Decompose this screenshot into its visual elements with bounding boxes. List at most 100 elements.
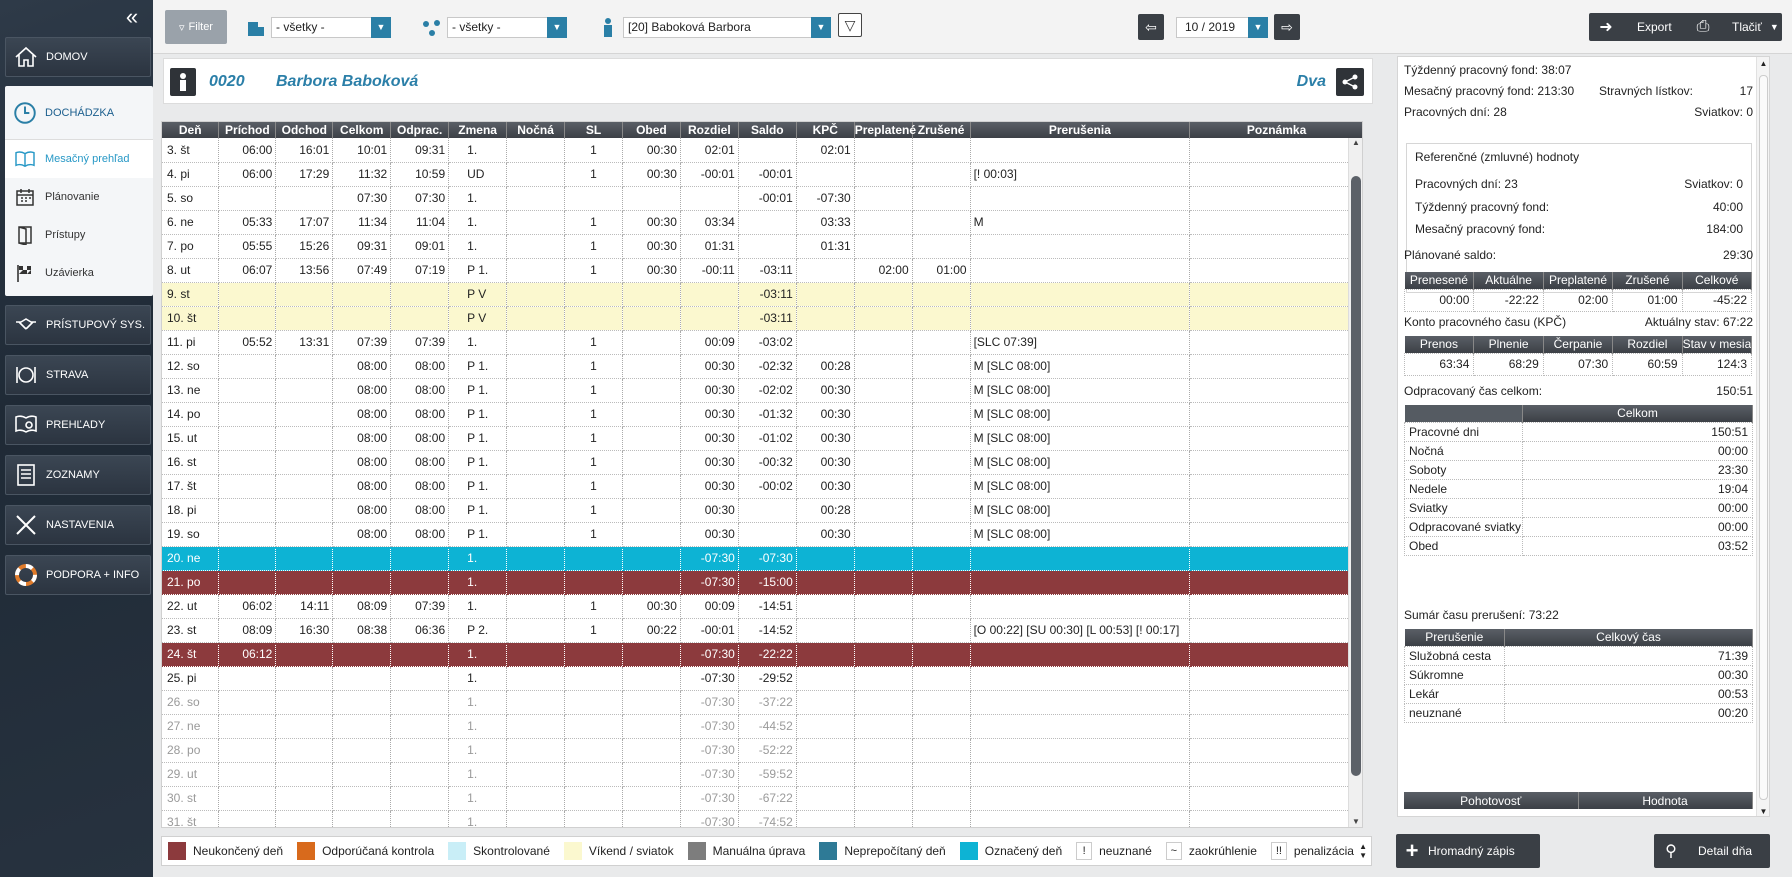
scroll-up-icon[interactable]: ▲	[1349, 138, 1362, 150]
network-icon[interactable]	[1336, 68, 1364, 96]
previous-month-button[interactable]: ⇦	[1138, 14, 1164, 40]
column-header[interactable]: Odprac.	[390, 122, 450, 138]
table-row[interactable]: 4. pi 06:00 17:29 11:32 10:59 UD 1 00:30 -00:01-…	[162, 162, 1362, 187]
table-row[interactable]: 26. so 1. -07:30 -37:22	[162, 690, 1362, 715]
table-cell	[854, 162, 913, 187]
table-cell	[854, 690, 913, 715]
table-row[interactable]: 31. št 1. -07:30 -74:52	[162, 810, 1362, 827]
weekly-fund-row: Týždenný pracovný fond: 38:07	[1404, 63, 1753, 77]
table-row[interactable]: 5. so 07:30 07:30 1. -00:01 -07:30	[162, 186, 1362, 211]
table-cell	[912, 618, 971, 643]
table-row[interactable]: 21. po 1. -07:30 -15:00	[162, 570, 1362, 595]
table-cell	[332, 666, 392, 691]
bulk-entry-button[interactable]: + Hromadný zápis	[1396, 834, 1540, 868]
table-cell: -45:22	[1681, 288, 1753, 312]
table-scrollbar[interactable]: ▲ ▼	[1348, 138, 1362, 827]
table-row[interactable]: 20. ne 1. -07:30 -07:30	[162, 546, 1362, 571]
table-row[interactable]: 19. so 08:00 08:00 P 1. 1 00:30 00:30 M [SLC 08…	[162, 522, 1362, 547]
table-row[interactable]: 22. ut 06:02 14:11 08:09 07:39 1. 1 00:30 00:09-…	[162, 594, 1362, 619]
table-row[interactable]: 23. st 08:09 16:30 08:38 06:36 P 2. 1 00:22 -00:…	[162, 618, 1362, 643]
day-detail-button[interactable]: ⚲ Detail dňa	[1654, 834, 1770, 868]
group-select[interactable]: - všetky - ▼	[447, 17, 567, 38]
column-header[interactable]: Preplatené	[854, 122, 916, 138]
column-header[interactable]: Saldo	[738, 122, 797, 138]
table-cell	[218, 354, 277, 379]
table-cell: 00:30	[680, 402, 739, 427]
nav-podpora-info[interactable]: PODPORA + INFO	[5, 555, 151, 595]
scrollbar-thumb[interactable]	[1759, 75, 1768, 800]
column-header[interactable]: Deň	[162, 122, 220, 138]
scroll-down-icon[interactable]: ▼	[1757, 807, 1769, 816]
subnav-uzavierka[interactable]: Uzávierka	[5, 254, 153, 292]
nav-domov[interactable]: DOMOV	[5, 37, 151, 77]
column-header[interactable]: Odchod	[275, 122, 334, 138]
table-row[interactable]: 9. st P V -03:11	[162, 282, 1362, 307]
section-title: Referenčné (zmluvné) hodnoty	[1415, 150, 1580, 164]
double-chevron-left-icon[interactable]: «	[118, 4, 146, 30]
organization-select[interactable]: - všetky - ▼	[271, 17, 391, 38]
column-header[interactable]: Rozdiel	[680, 122, 739, 138]
table-row[interactable]: 11. pi 05:52 13:31 07:39 07:39 1. 1 00:09 -03:02…	[162, 330, 1362, 355]
table-row[interactable]: 15. ut 08:00 08:00 P 1. 1 00:30 -01:02 00:30 M […	[162, 426, 1362, 451]
nav-prehlady[interactable]: PREHĽADY	[5, 405, 151, 445]
legend-item: ! neuznané	[1068, 842, 1152, 860]
table-row[interactable]: 27. ne 1. -07:30 -44:52	[162, 714, 1362, 739]
nav-zoznamy[interactable]: ZOZNAMY	[5, 455, 151, 495]
table-cell	[506, 210, 566, 235]
nav-nastavenia[interactable]: NASTAVENIA	[5, 505, 151, 545]
table-row[interactable]: 8. ut 06:07 13:56 07:49 07:19 P 1. 1 00:30 -00:1…	[162, 258, 1362, 283]
table-row[interactable]: 28. po 1. -07:30 -52:22	[162, 738, 1362, 763]
person-select[interactable]: [20] Baboková Barbora ▼	[623, 17, 831, 38]
table-row[interactable]: 17. št 08:00 08:00 P 1. 1 00:30 -00:02 00:30 M […	[162, 474, 1362, 499]
table-row[interactable]: 30. st 1. -07:30 -67:22	[162, 786, 1362, 811]
column-header[interactable]: Prerušenia	[970, 122, 1191, 138]
table-cell	[912, 642, 971, 667]
scroll-up-icon[interactable]: ▲	[1757, 59, 1769, 68]
table-row[interactable]: 13. ne 08:00 08:00 P 1. 1 00:30 -02:02 00:30 M […	[162, 378, 1362, 403]
table-row[interactable]: 10. št P V -03:11	[162, 306, 1362, 331]
nav-strava[interactable]: STRAVA	[5, 355, 151, 395]
period-select[interactable]: 10 / 2019 ▼	[1176, 17, 1268, 38]
table-row[interactable]: 29. ut 1. -07:30 -59:52	[162, 762, 1362, 787]
employee-code: 0020	[209, 73, 245, 90]
value: 213:30	[1537, 84, 1575, 98]
column-header[interactable]: KPČ	[796, 122, 855, 138]
scrollbar-thumb[interactable]	[1351, 176, 1361, 776]
table-row[interactable]: 12. so 08:00 08:00 P 1. 1 00:30 -02:32 00:28 M […	[162, 354, 1362, 379]
summary-scrollbar[interactable]: ▲ ▼	[1756, 57, 1769, 816]
table-cell: 00:22	[622, 618, 681, 643]
table-cell: 07:49	[332, 258, 392, 283]
table-row[interactable]: 25. pi 1. -07:30 -29:52	[162, 666, 1362, 691]
subnav-planovanie[interactable]: Plánovanie	[5, 178, 153, 216]
legend-scroll-arrows[interactable]: ▲ ▼	[1359, 842, 1367, 860]
print-button[interactable]: ⎙ Tlačiť ▼	[1686, 13, 1782, 41]
table-row[interactable]: 7. po 05:55 15:26 09:31 09:01 1. 1 00:30 01:31 01…	[162, 234, 1362, 259]
nav-pristupovy-sys[interactable]: PRÍSTUPOVÝ SYS.	[5, 305, 151, 345]
scroll-down-icon[interactable]: ▼	[1349, 817, 1362, 827]
export-label: Export	[1637, 20, 1672, 34]
funnel-filter-button[interactable]: ▽	[838, 13, 862, 37]
column-header[interactable]: Nočná	[506, 122, 566, 138]
table-row[interactable]: 3. št 06:00 16:01 10:01 09:31 1. 1 00:30 02:01 02…	[162, 138, 1362, 163]
table-row[interactable]: 16. st 08:00 08:00 P 1. 1 00:30 -00:32 00:30 M […	[162, 450, 1362, 475]
column-header[interactable]: Zmena	[448, 122, 508, 138]
table-row[interactable]: 6. ne 05:33 17:07 11:34 11:04 1. 1 00:30 03:34 03…	[162, 210, 1362, 235]
subnav-pristupy[interactable]: Prístupy	[5, 216, 153, 254]
table-cell: 08:00	[332, 378, 392, 403]
label: Plánované saldo:	[1404, 248, 1497, 262]
export-button[interactable]: ➜ Export	[1589, 13, 1689, 41]
column-header[interactable]: Celkom	[332, 122, 392, 138]
column-header[interactable]: SL	[564, 122, 623, 138]
nav-dochadzka[interactable]: DOCHÁDZKA	[5, 86, 153, 140]
table-cell: 02:01	[796, 138, 855, 163]
column-header[interactable]: Zrušené	[912, 122, 971, 138]
next-month-button[interactable]: ⇨	[1274, 14, 1300, 40]
column-header[interactable]: Príchod	[218, 122, 277, 138]
column-header[interactable]: Obed	[622, 122, 681, 138]
table-row[interactable]: 24. št 06:12 1. -07:30 -22:22	[162, 642, 1362, 667]
filter-button[interactable]: ▿ Filter	[165, 10, 227, 44]
table-row[interactable]: 18. pi 08:00 08:00 P 1. 1 00:30 00:28 M [SLC 08…	[162, 498, 1362, 523]
subnav-mesacny-prehlad[interactable]: Mesačný prehľad	[5, 140, 153, 178]
table-row[interactable]: 14. po 08:00 08:00 P 1. 1 00:30 -01:32 00:30 M […	[162, 402, 1362, 427]
column-header[interactable]: Poznámka	[1189, 122, 1362, 138]
